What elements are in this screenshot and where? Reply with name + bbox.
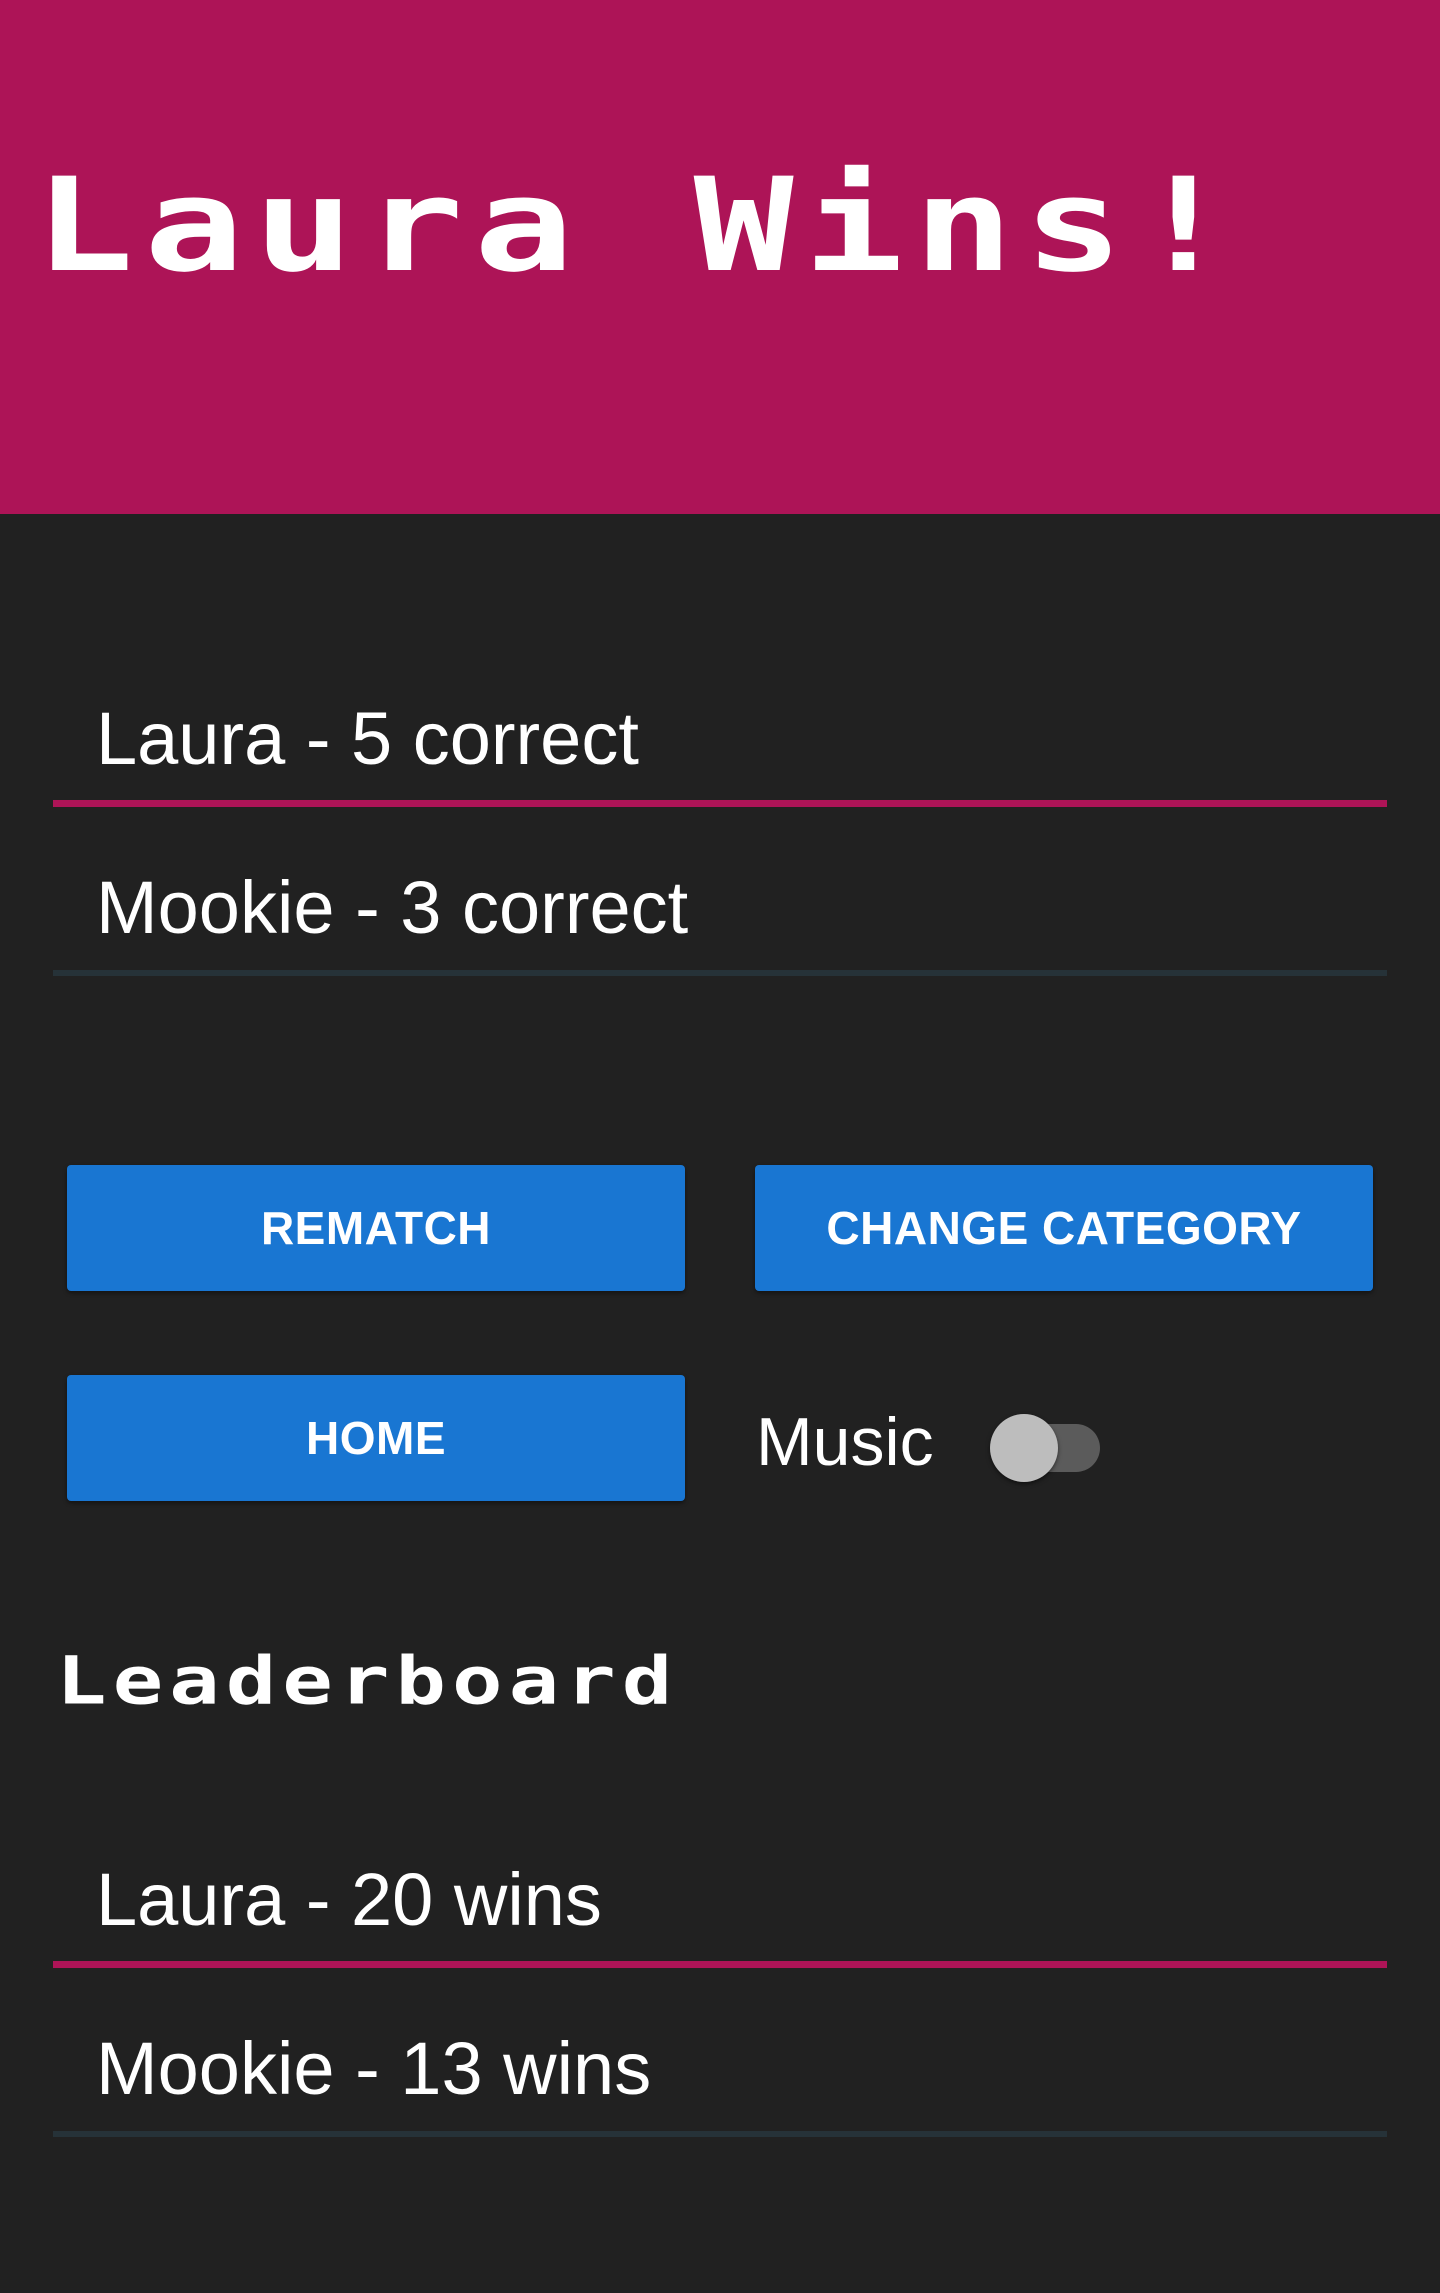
leaderboard-underline (53, 2131, 1387, 2137)
leaderboard-entry: Laura - 20 wins (53, 1860, 1387, 1968)
leaderboard-title: Leaderboard (56, 1642, 679, 1720)
score-text: Mookie - 3 correct (96, 866, 689, 949)
toggle-thumb (990, 1414, 1058, 1482)
leaderboard-underline (53, 1961, 1387, 1968)
rematch-button[interactable]: REMATCH (67, 1165, 685, 1291)
leaderboard-entry-text: Mookie - 13 wins (96, 2027, 652, 2110)
music-label: Music (756, 1404, 934, 1480)
score-text: Laura - 5 correct (96, 697, 639, 780)
score-row: Laura - 5 correct (53, 699, 1387, 807)
score-underline (53, 970, 1387, 976)
winner-title: Laura Wins! (34, 150, 1244, 302)
score-row: Mookie - 3 correct (53, 868, 1387, 976)
game-over-screen: Laura Wins! Laura - 5 correct Mookie - 3… (0, 0, 1440, 2293)
home-button[interactable]: HOME (67, 1375, 685, 1501)
leaderboard-entry: Mookie - 13 wins (53, 2029, 1387, 2137)
score-underline (53, 800, 1387, 807)
winner-banner: Laura Wins! (0, 0, 1440, 514)
change-category-button[interactable]: CHANGE CATEGORY (755, 1165, 1373, 1291)
leaderboard-entry-text: Laura - 20 wins (96, 1858, 602, 1941)
music-toggle[interactable] (990, 1400, 1110, 1482)
